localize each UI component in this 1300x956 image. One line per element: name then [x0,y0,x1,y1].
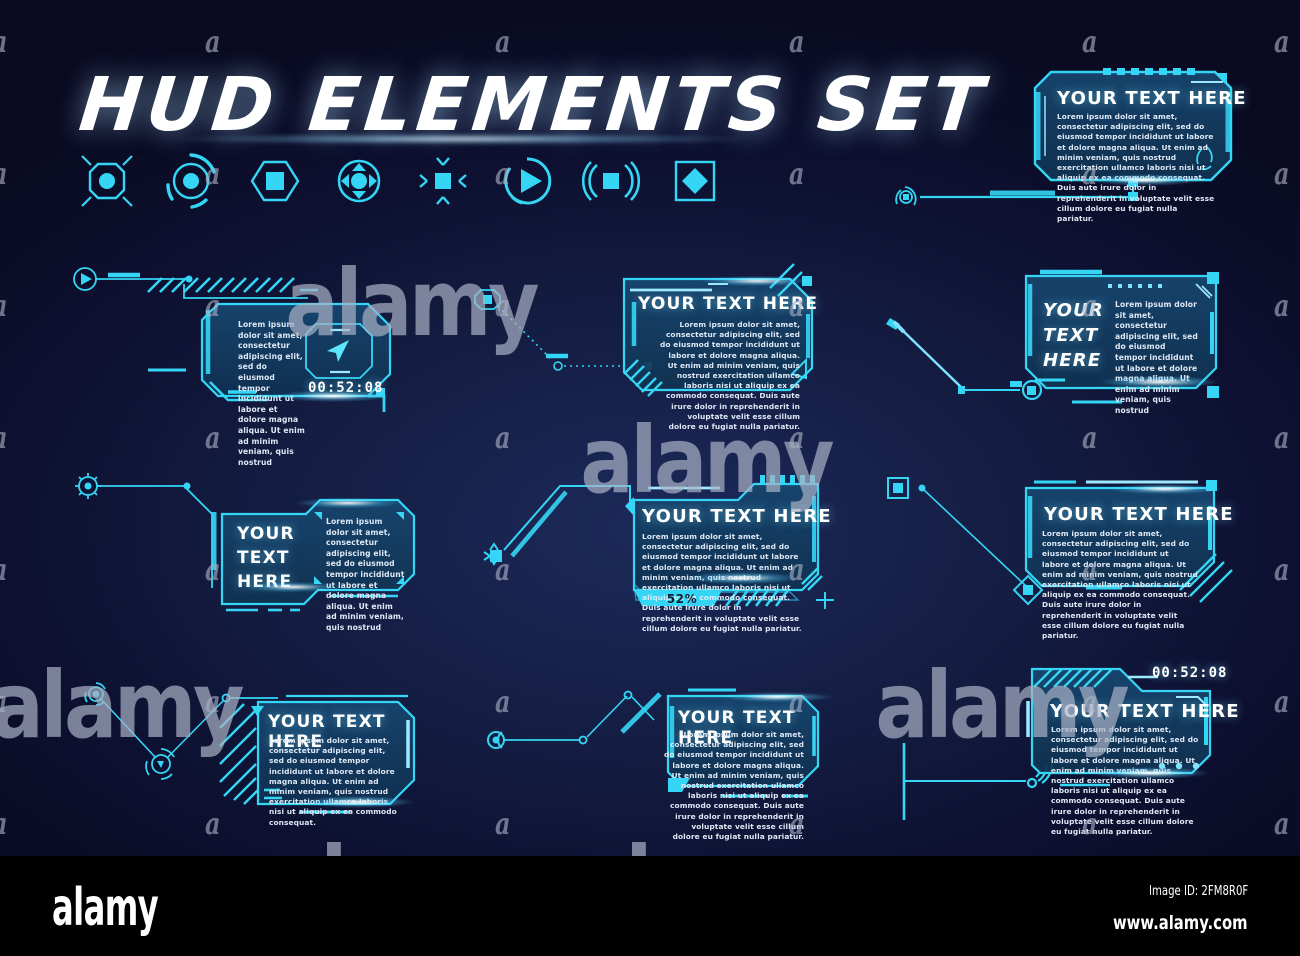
watermark-logo: alamy [575,835,829,857]
panel-r2-mid[interactable]: YOUR TEXT HERE Lorem ipsum dolor sit ame… [472,262,842,431]
play-circle-icon[interactable] [498,152,556,210]
panel-r4-left[interactable]: YOUR TEXT HERE Lorem ipsum dolor sit ame… [68,672,438,827]
panel-r3-left[interactable]: YOUR TEXT HERE Lorem ipsum dolor sit ame… [68,470,438,632]
panel-r3-right[interactable]: YOUR TEXT HERE Lorem ipsum dolor sit ame… [880,466,1260,640]
watermark-glyph: a [494,25,511,60]
watermark-glyph: a [1273,157,1290,192]
watermark-glyph: a [204,421,221,456]
hud-canvas: HUD ELEMENTS SET YOUR TEXT HERE Lorem ip… [0,0,1300,856]
watermark-glyph: a [494,421,511,456]
alamy-logo: alamy [52,878,159,938]
panel-r4-right[interactable]: 00:52:08 YOUR TEXT HERE Lorem ipsum dolo… [880,645,1260,836]
watermark-glyph: a [1273,553,1290,588]
watermark-glyph: a [0,810,8,840]
watermark-glyph: a [1273,807,1290,842]
image-id-label: Image ID: 2FM8R0F [1148,884,1248,899]
octagon-target-icon[interactable] [78,152,136,210]
page-title: HUD ELEMENTS SET [75,62,992,148]
watermark-glyph: a [204,25,221,60]
panel-r4-mid[interactable]: YOUR TEXT HERE Lorem ipsum dolor sit ame… [482,682,852,841]
watermark-logo: alamy [270,835,524,857]
panel-r2-left[interactable]: Lorem ipsum dolor sit amet, consectetur … [68,262,428,467]
watermark-glyph: a [1273,289,1290,324]
watermark-glyph: a [1273,25,1290,60]
watermark-glyph: a [0,160,8,190]
watermark-glyph: a [1081,421,1098,456]
panel-r3-mid[interactable]: YOUR TEXT HERE Lorem ipsum dolor sit ame… [482,466,842,633]
crosshair-square-icon[interactable] [414,152,472,210]
watermark-glyph: a [788,25,805,60]
watermark-glyph: a [788,421,805,456]
diamond-square-icon[interactable] [666,152,724,210]
hexagon-square-icon[interactable] [246,152,304,210]
watermark-glyph: a [0,28,8,58]
footer-bar: alamy Image ID: 2FM8R0F www.alamy.com [0,856,1300,956]
signal-square-icon[interactable] [582,152,640,210]
watermark-glyph: a [788,157,805,192]
panel-top-right[interactable]: YOUR TEXT HERE Lorem ipsum dolor sit ame… [875,60,1255,223]
watermark-glyph: a [1081,25,1098,60]
circle-quad-arrow-icon[interactable] [330,152,388,210]
panel-r2-right[interactable]: YOUR TEXT HERE Lorem ipsum dolor sit ame… [880,262,1260,422]
watermark-glyph: a [0,292,8,322]
watermark-glyph: a [0,556,8,586]
watermark-glyph: a [1273,685,1290,720]
radar-circle-icon[interactable] [162,152,220,210]
watermark-glyph: a [0,688,8,718]
watermark-glyph: a [0,424,8,454]
alamy-url: www.alamy.com [1113,912,1248,934]
watermark-glyph: a [1273,421,1290,456]
icon-row [78,152,724,210]
